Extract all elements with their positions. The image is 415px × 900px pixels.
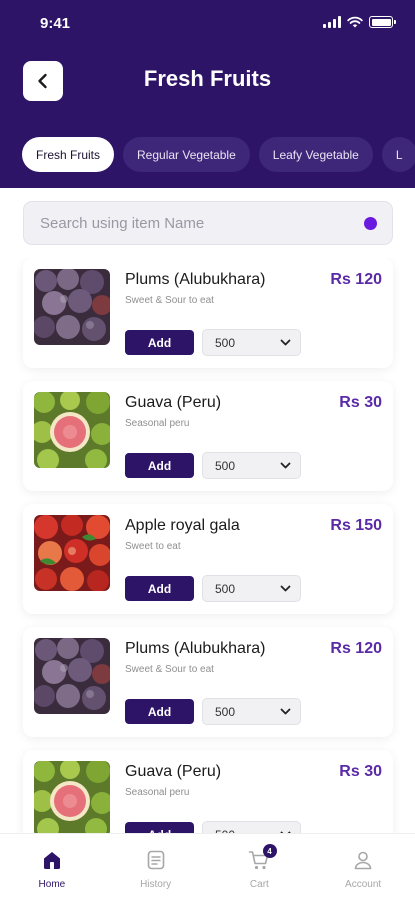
quantity-select[interactable]: 500 (202, 821, 301, 833)
product-description: Sweet to eat (125, 541, 181, 552)
search-input[interactable] (40, 214, 340, 232)
signal-icon (323, 16, 341, 28)
quantity-value: 500 (215, 581, 236, 596)
product-card: Apple royal gala Sweet to eat Rs 150 Add… (23, 504, 393, 614)
quantity-select[interactable]: 500 (202, 329, 301, 356)
search-bar (23, 201, 393, 245)
tab-account[interactable]: Account (311, 834, 415, 900)
tab-history[interactable]: History (104, 834, 208, 900)
add-button[interactable]: Add (125, 822, 194, 833)
product-image-plums (34, 269, 110, 345)
chip-fresh-fruits[interactable]: Fresh Fruits (22, 137, 115, 172)
tab-label: Home (38, 879, 66, 890)
chip-partial[interactable]: L (381, 137, 415, 172)
chevron-down-icon (280, 708, 291, 715)
status-icons (323, 16, 396, 28)
product-name: Guava (Peru) (125, 394, 222, 411)
add-button[interactable]: Add (125, 699, 194, 724)
battery-icon (369, 16, 396, 28)
product-list: Plums (Alubukhara) Sweet & Sour to eat R… (0, 258, 415, 833)
product-name: Plums (Alubukhara) (125, 640, 266, 657)
chevron-down-icon (280, 462, 291, 469)
product-image-apple (34, 515, 110, 591)
quantity-value: 500 (215, 458, 236, 473)
status-bar: 9:41 (0, 0, 415, 48)
page-title: Fresh Fruits (143, 66, 272, 91)
product-price: Rs 120 (330, 640, 382, 657)
product-price: Rs 150 (330, 517, 382, 534)
product-description: Seasonal peru (125, 418, 190, 429)
quantity-select[interactable]: 500 (202, 575, 301, 602)
add-button[interactable]: Add (125, 576, 194, 601)
category-chips: Fresh Fruits Regular Vegetable Leafy Veg… (22, 137, 415, 172)
product-description: Sweet & Sour to eat (125, 295, 214, 306)
product-name: Apple royal gala (125, 517, 240, 534)
product-description: Sweet & Sour to eat (125, 664, 214, 675)
product-card: Plums (Alubukhara) Sweet & Sour to eat R… (23, 258, 393, 368)
chevron-down-icon (280, 585, 291, 592)
tab-label: Account (345, 879, 382, 890)
wifi-icon (347, 16, 363, 28)
product-price: Rs 30 (339, 394, 382, 411)
chip-leafy-vegetable[interactable]: Leafy Vegetable (258, 137, 373, 172)
tab-home[interactable]: Home (0, 834, 104, 900)
tab-label: Cart (249, 879, 269, 890)
cart-count-badge: 4 (262, 844, 277, 858)
search-icon[interactable] (364, 217, 377, 230)
product-card: Guava (Peru) Seasonal peru Rs 30 Add 500 (23, 750, 393, 833)
product-price: Rs 30 (339, 763, 382, 780)
product-image-guava (34, 761, 110, 833)
tab-cart[interactable]: 4 Cart (208, 834, 312, 900)
tab-label: History (140, 879, 172, 890)
product-name: Plums (Alubukhara) (125, 271, 266, 288)
home-icon (43, 852, 60, 869)
add-button[interactable]: Add (125, 453, 194, 478)
add-button[interactable]: Add (125, 330, 194, 355)
product-card: Plums (Alubukhara) Sweet & Sour to eat R… (23, 627, 393, 737)
quantity-value: 500 (215, 704, 236, 719)
product-image-guava (34, 392, 110, 468)
header: 9:41 Fresh Fruits Fresh Fruits Regular V… (0, 0, 415, 188)
product-description: Seasonal peru (125, 787, 190, 798)
chip-regular-vegetable[interactable]: Regular Vegetable (123, 137, 250, 172)
chevron-down-icon (280, 339, 291, 346)
quantity-value: 500 (215, 335, 236, 350)
quantity-select[interactable]: 500 (202, 698, 301, 725)
bottom-tab-bar: Home History 4 Cart Account (0, 833, 415, 900)
history-icon (147, 850, 164, 870)
product-name: Guava (Peru) (125, 763, 222, 780)
account-icon (354, 851, 372, 870)
status-time: 9:41 (40, 15, 71, 32)
quantity-select[interactable]: 500 (202, 452, 301, 479)
product-price: Rs 120 (330, 271, 382, 288)
product-image-plums (34, 638, 110, 714)
product-card: Guava (Peru) Seasonal peru Rs 30 Add 500 (23, 381, 393, 491)
